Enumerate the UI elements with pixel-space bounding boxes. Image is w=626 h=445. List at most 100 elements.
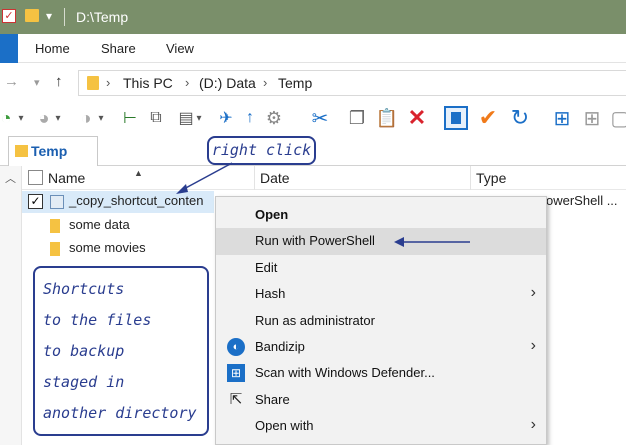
- tab-temp-label: Temp: [31, 143, 68, 159]
- shortcut-folder-icon: [50, 219, 60, 233]
- breadcrumb-separator-icon[interactable]: ›: [106, 75, 110, 90]
- back-dropdown-icon[interactable]: ▾: [16, 106, 26, 130]
- ribbon-tab-view[interactable]: View: [166, 41, 194, 56]
- breadcrumb-d-data[interactable]: (D:) Data: [199, 75, 256, 91]
- menu-item-open[interactable]: Open: [216, 202, 546, 229]
- bandizip-icon: ◐: [227, 338, 245, 356]
- menu-item-label: Share: [255, 392, 290, 407]
- delete-icon[interactable]: ✕: [405, 105, 429, 130]
- history-gray-icon[interactable]: ◑: [74, 106, 98, 130]
- breadcrumb-separator-icon[interactable]: ›: [185, 75, 189, 90]
- annotation-arrow: [176, 162, 233, 194]
- folder-icon[interactable]: [25, 9, 39, 22]
- annotation-pointer-arrow: [394, 237, 470, 247]
- menu-item-label: Run as administrator: [255, 313, 375, 328]
- address-folder-icon: [87, 76, 99, 90]
- column-header-name[interactable]: Name: [48, 170, 85, 186]
- shortcut-folder-icon: [50, 242, 60, 256]
- column-divider[interactable]: [254, 166, 255, 190]
- menu-item-label: Open with: [255, 418, 314, 433]
- submenu-chevron-icon: ›: [530, 284, 536, 301]
- ribbon-tab-share[interactable]: Share: [101, 41, 136, 56]
- toolbar: ◔ ▾ ◕ ▾ ◑ ▾ ⊢ ⧉ ▤ ▾ ✈ ↑ ⚙ ✂ ❐ 📋 ✕ ✔ ↻ ⊞ …: [0, 100, 626, 136]
- folder-tree-icon[interactable]: ⊢: [118, 106, 142, 130]
- menu-item-label: Scan with Windows Defender...: [255, 365, 435, 380]
- copy-icon[interactable]: ❐: [345, 106, 369, 130]
- refresh-icon[interactable]: ↻: [508, 105, 532, 130]
- menu-item-label: Bandizip: [255, 339, 305, 354]
- annotation-note: Shortcuts to the files to backup staged …: [33, 266, 209, 436]
- row-checkbox[interactable]: ✓: [28, 194, 43, 209]
- column-header-date[interactable]: Date: [260, 170, 290, 186]
- file-name: some data: [69, 217, 130, 232]
- breadcrumb-separator-icon[interactable]: ›: [263, 75, 267, 90]
- file-row[interactable]: some data: [22, 215, 212, 237]
- menu-item-run-with-powershell[interactable]: Run with PowerShell: [216, 228, 546, 255]
- menu-item-open-with[interactable]: Open with ›: [216, 413, 546, 440]
- quick-access-check-icon[interactable]: ✓: [2, 9, 16, 23]
- pin-icon[interactable]: ✈: [214, 106, 238, 130]
- checkmark-orange-icon[interactable]: ✔: [476, 105, 500, 130]
- title-separator: [64, 8, 65, 26]
- preview-pane-icon[interactable]: [444, 106, 468, 130]
- layout-grid-icon[interactable]: ⊞: [550, 106, 574, 130]
- select-all-checkbox[interactable]: [28, 170, 43, 185]
- copy-window-icon[interactable]: ⧉: [144, 106, 168, 130]
- windows-defender-icon: ⊞: [227, 364, 245, 382]
- title-bar: ✓ ▾ D:\Temp: [0, 0, 626, 34]
- settings-gear-icon[interactable]: ⚙: [262, 106, 286, 130]
- paste-icon[interactable]: 📋: [375, 106, 399, 130]
- quick-access-dropdown-icon[interactable]: ▾: [46, 9, 52, 23]
- navigation-pane-edge: ︿: [0, 166, 22, 445]
- file-row[interactable]: some movies: [22, 238, 212, 260]
- menu-item-hash[interactable]: Hash ›: [216, 281, 546, 308]
- sort-ascending-icon: ▲: [134, 168, 143, 178]
- submenu-chevron-icon: ›: [530, 416, 536, 433]
- history-dropdown-icon[interactable]: ▾: [96, 106, 106, 130]
- chevron-up-icon[interactable]: ︿: [5, 170, 16, 186]
- window-title: D:\Temp: [76, 9, 129, 25]
- menu-item-label: Open: [255, 207, 289, 222]
- ribbon-tab-bar: Home Share View: [0, 34, 626, 63]
- context-menu: Open Run with PowerShell Edit Hash › Run…: [215, 196, 547, 445]
- ribbon-tab-home[interactable]: Home: [35, 41, 70, 56]
- layout-single-icon[interactable]: ▢: [608, 106, 626, 130]
- share-icon: ⇱: [229, 391, 243, 408]
- menu-item-edit[interactable]: Edit: [216, 255, 546, 282]
- forward-arrow-icon[interactable]: →: [4, 73, 19, 90]
- up-arrow-icon[interactable]: ↑: [55, 73, 63, 90]
- ribbon-tab-file[interactable]: [0, 34, 18, 63]
- tab-folder-icon: [15, 145, 28, 157]
- address-bar[interactable]: › This PC › (D:) Data › Temp: [78, 70, 626, 96]
- annotation-line: to the files: [43, 311, 152, 329]
- submenu-chevron-icon: ›: [530, 337, 536, 354]
- annotation-line: another directory: [43, 404, 197, 422]
- file-type-cell: owerShell ...: [544, 191, 626, 213]
- address-bar-row: → ▾ ↑ › This PC › (D:) Data › Temp: [0, 64, 626, 100]
- file-list-header: Name ▲ Date Type: [22, 166, 626, 190]
- file-type-value: owerShell ...: [546, 193, 618, 208]
- cut-scissors-icon[interactable]: ✂: [308, 106, 332, 130]
- menu-item-bandizip[interactable]: ◐ Bandizip ›: [216, 334, 546, 361]
- menu-item-share[interactable]: ⇱ Share: [216, 387, 546, 414]
- parent-folder-icon[interactable]: ↑: [238, 106, 262, 130]
- column-divider[interactable]: [470, 166, 471, 190]
- breadcrumb-temp[interactable]: Temp: [278, 75, 312, 91]
- forward-dropdown-icon[interactable]: ▾: [53, 106, 63, 130]
- annotation-line: to backup: [43, 342, 125, 360]
- menu-item-run-as-administrator[interactable]: Run as administrator: [216, 308, 546, 335]
- file-name: some movies: [69, 240, 146, 255]
- column-header-type[interactable]: Type: [476, 170, 506, 186]
- recent-locations-chevron-icon[interactable]: ▾: [34, 76, 40, 89]
- powershell-script-icon: [50, 195, 64, 209]
- annotation-line: Shortcuts: [43, 280, 125, 298]
- menu-item-label: Run with PowerShell: [255, 233, 375, 248]
- breadcrumb-this-pc[interactable]: This PC: [123, 75, 173, 91]
- menu-item-scan-windows-defender[interactable]: ⊞ Scan with Windows Defender...: [216, 360, 546, 387]
- menu-item-label: Hash: [255, 286, 286, 301]
- view-mode-dropdown-icon[interactable]: ▾: [194, 106, 204, 130]
- folder-tab-temp[interactable]: Temp: [8, 136, 98, 166]
- annotation-line: staged in: [43, 373, 125, 391]
- menu-item-label: Edit: [255, 260, 278, 275]
- layout-dual-icon[interactable]: ⊞: [580, 106, 604, 130]
